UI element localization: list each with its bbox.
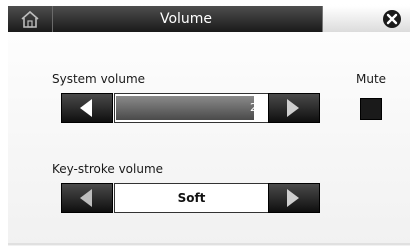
keystroke-volume-increase-button[interactable]	[268, 183, 320, 213]
home-button[interactable]	[8, 6, 53, 32]
volume-window: Volume System volume 20 Mute Key-stroke …	[0, 0, 410, 246]
arrow-left-icon	[80, 99, 92, 117]
keystroke-volume-value: Soft	[114, 183, 269, 213]
bottom-divider	[8, 243, 410, 245]
system-volume-value: 20	[250, 101, 264, 114]
arrow-right-icon	[287, 99, 299, 117]
mute-checkbox[interactable]	[360, 98, 382, 120]
close-button[interactable]	[322, 6, 410, 32]
system-volume-label: System volume	[52, 72, 146, 86]
window-left-edge	[0, 6, 8, 246]
system-volume-decrease-button[interactable]	[61, 93, 113, 123]
system-volume-increase-button[interactable]	[268, 93, 320, 123]
title-bar: Volume	[8, 6, 410, 32]
page-title: Volume	[159, 11, 213, 27]
keystroke-volume-decrease-button[interactable]	[61, 183, 113, 213]
system-volume-slider[interactable]: 20	[114, 93, 269, 123]
keystroke-volume-label: Key-stroke volume	[52, 162, 164, 176]
arrow-left-icon	[80, 189, 92, 207]
home-icon	[21, 10, 39, 28]
system-volume-slider-fill	[116, 96, 254, 120]
arrow-right-icon	[287, 189, 299, 207]
close-icon	[383, 10, 401, 28]
mute-label: Mute	[356, 72, 387, 86]
